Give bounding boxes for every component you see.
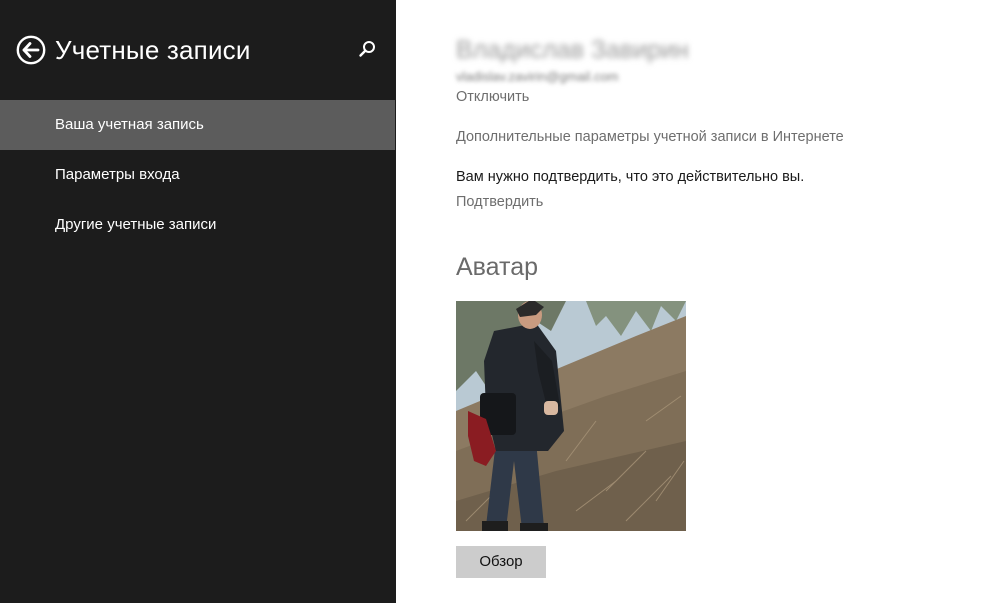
verify-link[interactable]: Подтвердить [456,192,543,212]
back-arrow-circle-icon [16,35,46,65]
avatar [456,301,686,531]
disconnect-link[interactable]: Отключить [456,87,529,107]
sidebar-item-your-account[interactable]: Ваша учетная запись [0,100,395,150]
account-email: vladislav.zavirin@gmail.com [456,69,619,84]
browse-button[interactable]: Обзор [456,546,546,578]
search-icon [359,41,375,57]
sidebar-item-other-accounts[interactable]: Другие учетные записи [0,200,396,250]
more-account-settings-link[interactable]: Дополнительные параметры учетной записи … [456,127,844,147]
sidebar-header: Учетные записи [0,0,396,100]
page-title: Учетные записи [55,35,251,65]
avatar-section-title: Аватар [456,253,539,281]
verify-message: Вам нужно подтвердить, что это действите… [456,169,805,185]
settings-window: Учетные записи Ваша учетная запись Парам… [0,0,985,603]
search-button[interactable] [356,38,378,60]
sidebar-item-sign-in-options[interactable]: Параметры входа [0,150,396,200]
sidebar-item-label: Другие учетные записи [55,216,217,233]
sidebar-item-label: Ваша учетная запись [55,116,204,133]
account-name: Владислав Завирин [456,36,689,64]
sidebar-nav: Ваша учетная запись Параметры входа Друг… [0,100,396,250]
content-pane: Владислав Завирин vladislav.zavirin@gmai… [396,0,985,603]
sidebar: Учетные записи Ваша учетная запись Парам… [0,0,396,603]
avatar-photo [456,301,686,531]
sidebar-item-label: Параметры входа [55,166,180,183]
back-button[interactable] [16,35,46,65]
